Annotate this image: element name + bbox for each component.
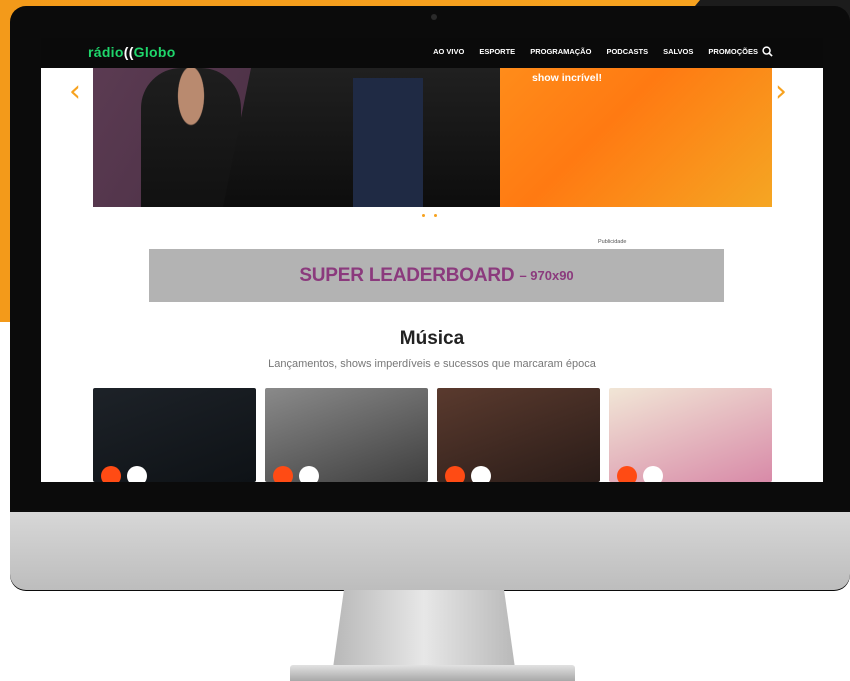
carousel-dot[interactable]: [422, 214, 425, 217]
monitor-stand-base: [290, 665, 575, 681]
search-icon[interactable]: [762, 46, 773, 57]
hero-photo: [93, 68, 503, 207]
chevron-left-icon[interactable]: ‹: [69, 77, 81, 107]
music-card[interactable]: [437, 388, 600, 482]
music-card[interactable]: [265, 388, 428, 482]
save-icon[interactable]: [643, 466, 663, 482]
play-icon[interactable]: [617, 466, 637, 482]
save-icon[interactable]: [471, 466, 491, 482]
music-card[interactable]: [609, 388, 772, 482]
musician-1: [141, 68, 241, 207]
musician-shirt: [353, 78, 423, 207]
play-icon[interactable]: [445, 466, 465, 482]
logo-text-radio: rádio: [88, 44, 124, 60]
save-icon[interactable]: [299, 466, 319, 482]
nav-item-esporte[interactable]: ESPORTE: [479, 47, 515, 56]
ad-label: Publicidade: [598, 239, 627, 245]
nav-links: AO VIVO ESPORTE PROGRAMAÇÃO PODCASTS SAL…: [433, 47, 758, 56]
hero-banner[interactable]: show incrível!: [93, 68, 772, 207]
screen: rádio((Globo AO VIVO ESPORTE PROGRAMAÇÃO…: [41, 38, 823, 482]
music-card[interactable]: [93, 388, 256, 482]
monitor-mockup: rádio((Globo AO VIVO ESPORTE PROGRAMAÇÃO…: [0, 0, 850, 681]
hero-caption: show incrível!: [532, 72, 603, 84]
chevron-right-icon[interactable]: ›: [775, 77, 787, 107]
camera-dot: [431, 14, 437, 20]
nav-item-salvos[interactable]: SALVOS: [663, 47, 693, 56]
play-icon[interactable]: [273, 466, 293, 482]
save-icon[interactable]: [127, 466, 147, 482]
ad-size: – 970x90: [519, 268, 574, 283]
hero-orange-panel: [500, 68, 772, 207]
section-subtitle: Lançamentos, shows imperdíveis e sucesso…: [268, 358, 596, 370]
logo-waves: ((: [123, 44, 134, 60]
carousel-dots[interactable]: [422, 214, 437, 217]
top-navigation-bar: rádio((Globo AO VIVO ESPORTE PROGRAMAÇÃO…: [41, 38, 823, 68]
ad-title: SUPER LEADERBOARD: [299, 264, 515, 286]
carousel-dot[interactable]: [434, 214, 437, 217]
nav-item-promocoes[interactable]: PROMOÇÕES: [708, 47, 758, 56]
logo-text-globo: Globo: [133, 44, 176, 60]
nav-item-podcasts[interactable]: PODCASTS: [606, 47, 648, 56]
super-leaderboard-ad[interactable]: SUPER LEADERBOARD – 970x90: [149, 249, 724, 302]
nav-item-ao-vivo[interactable]: AO VIVO: [433, 47, 464, 56]
monitor-chin: [10, 512, 850, 590]
monitor-stand-neck: [333, 590, 515, 668]
radio-globo-logo[interactable]: rádio((Globo: [88, 44, 176, 60]
play-icon[interactable]: [101, 466, 121, 482]
nav-item-programacao[interactable]: PROGRAMAÇÃO: [530, 47, 591, 56]
section-title: Música: [399, 328, 465, 349]
